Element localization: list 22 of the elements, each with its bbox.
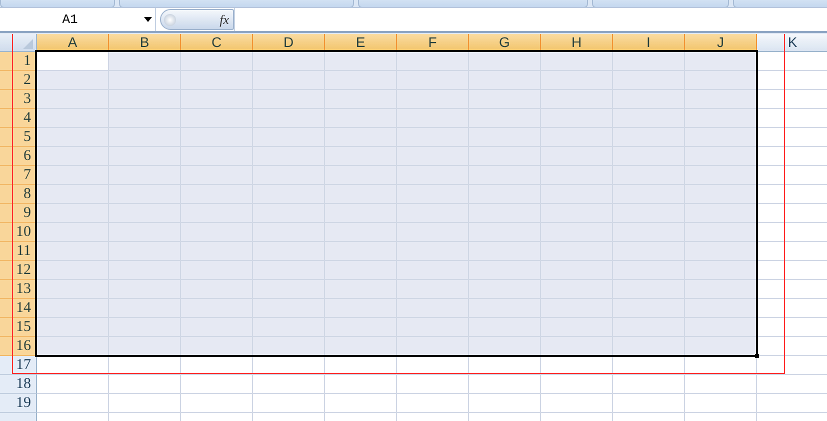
- row-header[interactable]: 17: [0, 356, 37, 375]
- row-header[interactable]: 6: [0, 147, 37, 166]
- row-header[interactable]: 18: [0, 375, 37, 394]
- row-header[interactable]: 1: [0, 52, 37, 71]
- column-header[interactable]: K: [757, 34, 827, 52]
- row-header[interactable]: 14: [0, 299, 37, 318]
- row-header[interactable]: 11: [0, 242, 37, 261]
- row-header[interactable]: 16: [0, 337, 37, 356]
- name-box[interactable]: A1: [0, 8, 156, 31]
- row-header[interactable]: 4: [0, 109, 37, 128]
- row-header[interactable]: 3: [0, 90, 37, 109]
- row-header[interactable]: 15: [0, 318, 37, 337]
- row-header[interactable]: 8: [0, 185, 37, 204]
- row-header[interactable]: 5: [0, 128, 37, 147]
- row-header[interactable]: 9: [0, 204, 37, 223]
- row-header[interactable]: 13: [0, 280, 37, 299]
- row-header[interactable]: 2: [0, 71, 37, 90]
- row-header[interactable]: 12: [0, 261, 37, 280]
- row-header[interactable]: 7: [0, 166, 37, 185]
- row-header[interactable]: 19: [0, 394, 37, 413]
- insert-function-button[interactable]: fx: [160, 9, 234, 30]
- row-header[interactable]: 10: [0, 223, 37, 242]
